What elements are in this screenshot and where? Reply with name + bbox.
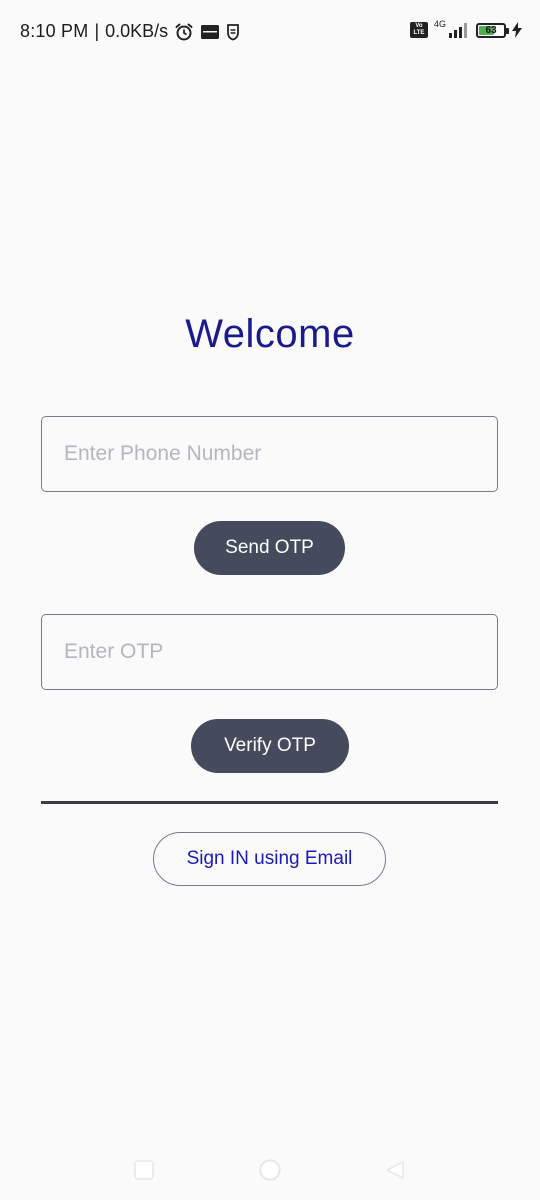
send-otp-button[interactable]: Send OTP bbox=[194, 521, 345, 575]
alarm-icon bbox=[174, 22, 194, 42]
divider bbox=[41, 801, 498, 804]
phone-number-input[interactable] bbox=[41, 416, 498, 492]
status-separator: | bbox=[94, 21, 100, 41]
volte-label-bottom: LTE bbox=[413, 30, 425, 36]
verify-otp-button[interactable]: Verify OTP bbox=[191, 719, 349, 773]
status-time: 8:10 PM bbox=[20, 21, 89, 41]
shield-notification-icon bbox=[226, 22, 240, 42]
otp-input[interactable] bbox=[41, 614, 498, 690]
recents-icon[interactable] bbox=[132, 1158, 156, 1182]
app-notification-icon bbox=[200, 22, 220, 42]
status-right: Vo LTE 4G 63 bbox=[409, 19, 522, 40]
battery-cap bbox=[506, 27, 509, 34]
battery-icon: 63 bbox=[476, 22, 509, 38]
network-type: 4G bbox=[433, 19, 446, 29]
status-left: 8:10 PM | 0.0KB/s bbox=[20, 21, 240, 42]
network-speed: 0.0KB/s bbox=[105, 21, 169, 41]
signal-strength-icon bbox=[448, 20, 470, 40]
home-icon[interactable] bbox=[258, 1158, 282, 1182]
navigation-bar bbox=[0, 1140, 540, 1200]
volte-label-top: Vo bbox=[415, 23, 423, 29]
battery-level: 63 bbox=[485, 24, 497, 36]
page-title: Welcome bbox=[185, 312, 355, 356]
volte-icon: Vo LTE bbox=[409, 22, 428, 38]
email-signin-button[interactable]: Sign IN using Email bbox=[153, 832, 386, 886]
status-bar: 8:10 PM | 0.0KB/s Vo LTE 4G 63 bbox=[0, 0, 540, 64]
back-icon[interactable] bbox=[383, 1158, 407, 1182]
charging-bolt-icon bbox=[512, 20, 522, 40]
